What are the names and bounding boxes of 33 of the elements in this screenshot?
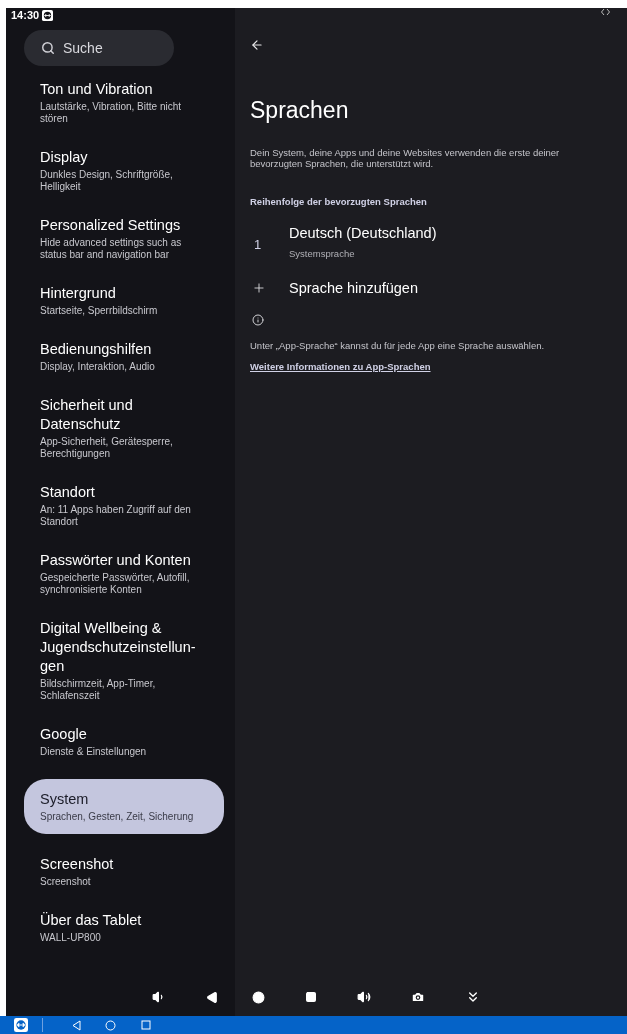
info-text: Unter „App-Sprache“ kannst du für jede App eine Sprache auswählen. [250,339,546,354]
settings-item[interactable]: Display Dunkles Design, Schriftgröße, Helligkeit [24,146,224,195]
volume-up-icon[interactable] [357,990,371,1004]
back-triangle-icon[interactable] [206,990,219,1004]
settings-item[interactable]: System Sprachen, Gesten, Zeit, Sicherung [24,779,224,834]
camera-icon[interactable] [411,990,425,1004]
settings-item[interactable]: Passwörter und Konten Gespeicherte Passwörter, Autofill, synchronisierte Konten [24,549,224,598]
page-title: Sprachen [250,96,350,124]
search-icon [41,41,55,55]
recents-square-icon[interactable] [305,991,317,1003]
settings-item[interactable]: Ton und Vibration Lautstärke, Vibration, Bitte nicht stören [24,78,224,127]
app-languages-link[interactable]: Weitere Informationen zu App-Sprachen [250,359,431,374]
info-icon [252,314,264,327]
status-time: 14:30 [11,9,40,21]
section-header: Reihenfolge der bevorzugten Sprachen [250,195,428,209]
search-field[interactable]: Suche [24,30,174,66]
page-description: Dein System, deine Apps und deine Websites verwenden die erste deiner bevorzugten Sprachen, die unterstützt wird. [250,147,561,169]
settings-item[interactable]: Standort An: 11 Apps haben Zugriff auf den Standort [24,481,224,530]
home-circle-icon[interactable] [252,990,265,1004]
settings-item[interactable]: Über das Tablet WALL-UP800 [24,909,224,946]
arrows-icon [601,8,610,16]
settings-item[interactable]: Bedienungshilfen Display, Interaktion, Audio [24,338,224,375]
add-language-button[interactable]: Sprache hinzufügen [250,277,612,300]
settings-item[interactable]: Sicherheit und Datenschutz App-Sicherheit, Gerätesperre, Berechtigungen [24,394,224,462]
remote-control-icon[interactable] [14,1018,28,1032]
settings-item[interactable]: Google Dienste & Einstellungen [24,723,224,760]
back-button[interactable] [250,38,264,52]
settings-item[interactable]: Hintergrund Startseite, Sperrbildschirm [24,282,224,319]
settings-item[interactable]: Digital Wellbeing & Jugendschutzeinstellun-gen Bildschirmzeit, App-Timer, Schlafenszeit [24,617,224,704]
language-item[interactable]: 1 Deutsch (Deutschland) Systemsprache [250,224,612,262]
settings-item[interactable]: Screenshot Screenshot [24,853,224,890]
plus-icon [252,281,266,296]
settings-item[interactable]: Personalized Settings Hide advanced settings such as status bar and navigation bar [24,214,224,263]
